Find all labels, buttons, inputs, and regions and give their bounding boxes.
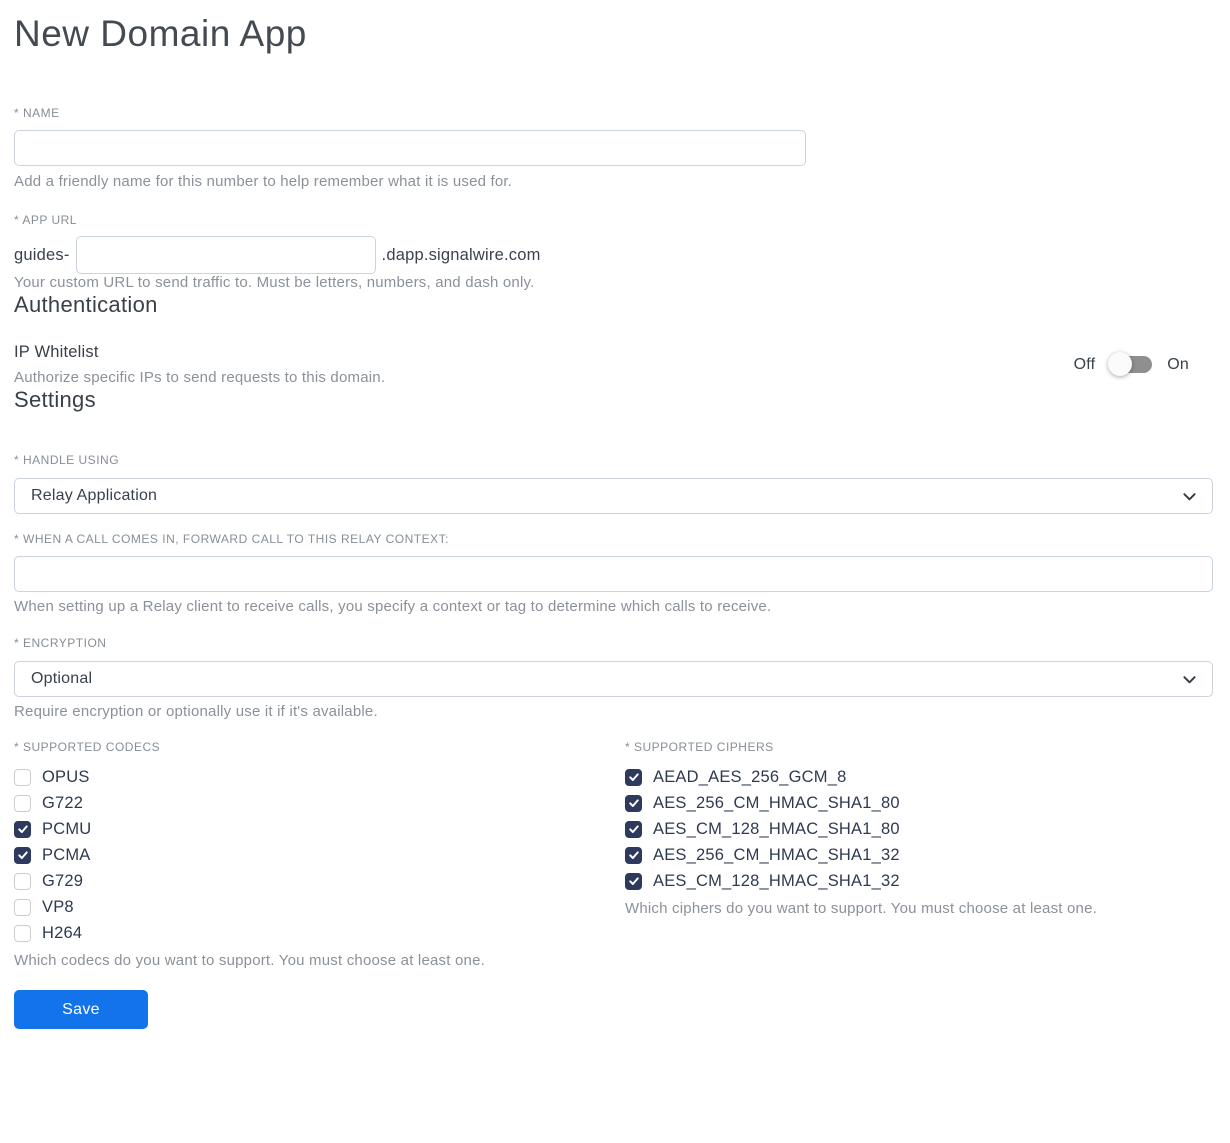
checkbox-row[interactable]: VP8 — [14, 897, 74, 917]
toggle-off-label: Off — [1073, 355, 1096, 373]
app-url-suffix: .dapp.signalwire.com — [381, 245, 541, 264]
checkbox-label: AES_256_CM_HMAC_SHA1_32 — [653, 845, 900, 864]
check-icon — [17, 825, 28, 833]
checkbox-label: OPUS — [42, 767, 90, 786]
ip-whitelist-toggle[interactable] — [1108, 352, 1153, 376]
checkbox-label: AEAD_AES_256_GCM_8 — [653, 767, 847, 786]
name-helper: Add a friendly name for this number to h… — [14, 173, 513, 190]
chevron-down-icon — [1182, 672, 1197, 687]
ip-whitelist-toggle-group: Off On — [1073, 352, 1189, 376]
codecs-helper: Which codecs do you want to support. You… — [14, 952, 485, 969]
ciphers-helper: Which ciphers do you want to support. Yo… — [625, 900, 1098, 917]
name-input[interactable] — [14, 130, 806, 166]
checkbox-label: AES_CM_128_HMAC_SHA1_32 — [653, 871, 900, 890]
checkbox-row[interactable]: G722 — [14, 793, 83, 813]
app-url-row: guides- .dapp.signalwire.com — [14, 236, 1213, 274]
check-icon — [17, 851, 28, 859]
toggle-knob-icon[interactable] — [1108, 352, 1133, 376]
app-url-label: * APP URL — [14, 213, 77, 227]
checkbox-row[interactable]: G729 — [14, 871, 83, 891]
handle-using-label: * HANDLE USING — [14, 453, 120, 467]
checkbox-unchecked-icon[interactable] — [14, 898, 31, 916]
ip-whitelist-label: IP Whitelist — [14, 343, 99, 361]
check-icon — [628, 851, 639, 859]
checkbox-unchecked-icon[interactable] — [14, 924, 31, 942]
checkbox-row[interactable]: PCMA — [14, 845, 90, 865]
name-field-group: * NAME Add a friendly name for this numb… — [14, 106, 1213, 191]
checkbox-label: AES_256_CM_HMAC_SHA1_80 — [653, 793, 900, 812]
checkbox-row[interactable]: OPUS — [14, 767, 90, 787]
checkbox-label: AES_CM_128_HMAC_SHA1_80 — [653, 819, 900, 838]
check-icon — [628, 773, 639, 781]
relay-context-input[interactable] — [14, 556, 1213, 592]
check-icon — [628, 877, 639, 885]
checkbox-label: G722 — [42, 793, 84, 812]
checkbox-label: VP8 — [42, 897, 74, 916]
app-url-helper: Your custom URL to send traffic to. Must… — [14, 274, 535, 291]
handle-using-group: * HANDLE USING Relay Application — [14, 453, 1213, 514]
ip-whitelist-row: IP Whitelist Authorize specific IPs to s… — [14, 342, 1213, 387]
encryption-label: * ENCRYPTION — [14, 636, 107, 650]
authentication-heading: Authentication — [14, 292, 158, 317]
encryption-helper: Require encryption or optionally use it … — [14, 703, 378, 720]
checkbox-label: PCMA — [42, 845, 91, 864]
checkbox-label: G729 — [42, 871, 84, 890]
supported-ciphers-label: * SUPPORTED CIPHERS — [625, 740, 774, 754]
chevron-down-icon — [1182, 489, 1197, 504]
checkbox-row[interactable]: AES_CM_128_HMAC_SHA1_32 — [625, 871, 900, 891]
checkbox-checked-icon[interactable] — [14, 820, 31, 838]
checkbox-checked-icon[interactable] — [14, 846, 31, 864]
handle-using-value: Relay Application — [31, 487, 158, 504]
ip-whitelist-helper: Authorize specific IPs to send requests … — [14, 369, 386, 386]
codecs-ciphers-columns: * SUPPORTED CODECS OPUS G722 PCMU PCMA G729 V… — [14, 740, 1213, 970]
app-url-prefix: guides- — [14, 245, 70, 264]
checkbox-checked-icon[interactable] — [625, 820, 642, 838]
checkbox-unchecked-icon[interactable] — [14, 872, 31, 890]
encryption-select[interactable]: Optional — [14, 661, 1213, 697]
checkbox-unchecked-icon[interactable] — [14, 794, 31, 812]
checkbox-row[interactable]: AEAD_AES_256_GCM_8 — [625, 767, 846, 787]
new-domain-app-page: New Domain App * NAME Add a friendly nam… — [0, 0, 1230, 1042]
toggle-on-label: On — [1167, 355, 1189, 373]
encryption-group: * ENCRYPTION Optional Require encryption… — [14, 636, 1213, 721]
checkbox-row[interactable]: AES_256_CM_HMAC_SHA1_80 — [625, 793, 900, 813]
checkbox-row[interactable]: PCMU — [14, 819, 91, 839]
checkbox-row[interactable]: AES_CM_128_HMAC_SHA1_80 — [625, 819, 900, 839]
ciphers-list: AEAD_AES_256_GCM_8 AES_256_CM_HMAC_SHA1_8… — [625, 767, 1213, 891]
check-icon — [628, 825, 639, 833]
checkbox-checked-icon[interactable] — [625, 768, 642, 786]
settings-heading: Settings — [14, 387, 96, 412]
checkbox-checked-icon[interactable] — [625, 872, 642, 890]
supported-ciphers-group: * SUPPORTED CIPHERS AEAD_AES_256_GCM_8 AE… — [625, 740, 1213, 970]
codecs-list: OPUS G722 PCMU PCMA G729 VP8 H264 — [14, 767, 625, 943]
checkbox-row[interactable]: H264 — [14, 923, 82, 943]
checkbox-checked-icon[interactable] — [625, 794, 642, 812]
checkbox-unchecked-icon[interactable] — [14, 768, 31, 786]
checkbox-label: PCMU — [42, 819, 92, 838]
ip-whitelist-info: IP Whitelist Authorize specific IPs to s… — [14, 342, 385, 387]
relay-context-group: * WHEN A CALL COMES IN, FORWARD CALL TO … — [14, 532, 1213, 616]
checkbox-checked-icon[interactable] — [625, 846, 642, 864]
supported-codecs-group: * SUPPORTED CODECS OPUS G722 PCMU PCMA G729 V… — [14, 740, 625, 970]
app-url-input[interactable] — [75, 236, 376, 274]
app-url-field-group: * APP URL guides- .dapp.signalwire.com Y… — [14, 213, 1213, 292]
encryption-value: Optional — [31, 670, 93, 687]
supported-codecs-label: * SUPPORTED CODECS — [14, 740, 161, 754]
handle-using-select[interactable]: Relay Application — [14, 478, 1213, 514]
name-label: * NAME — [14, 106, 60, 120]
save-button[interactable]: Save — [14, 990, 148, 1029]
checkbox-label: H264 — [42, 923, 83, 942]
relay-context-label: * WHEN A CALL COMES IN, FORWARD CALL TO … — [14, 532, 449, 546]
checkbox-row[interactable]: AES_256_CM_HMAC_SHA1_32 — [625, 845, 900, 865]
relay-context-helper: When setting up a Relay client to receiv… — [14, 598, 772, 615]
page-title: New Domain App — [14, 13, 307, 54]
check-icon — [628, 799, 639, 807]
